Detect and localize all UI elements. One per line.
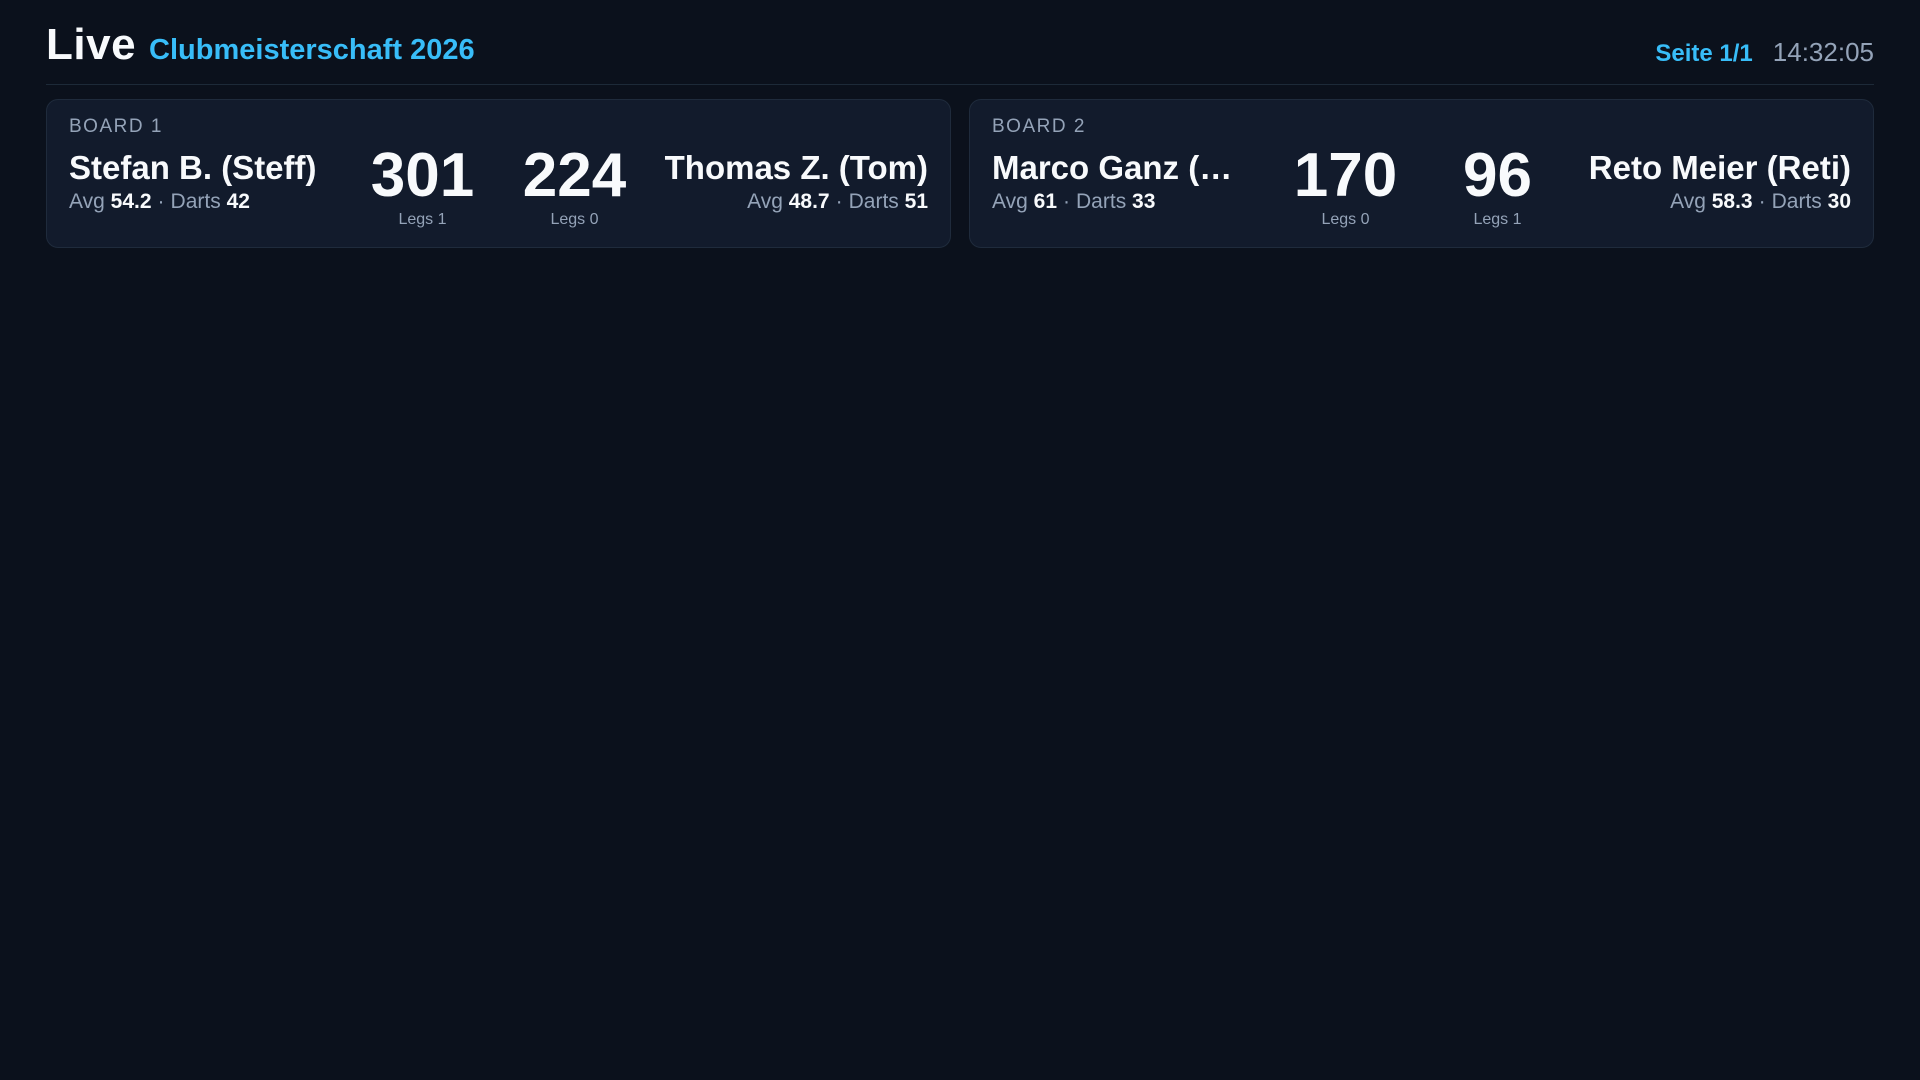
match-row: Stefan B. (Steff) Avg 54.2 · Darts 42 301 … <box>69 142 928 229</box>
player-name: Stefan B. (Steff) <box>69 149 317 186</box>
board-label: BOARD 2 <box>992 116 1086 137</box>
stats-separator: · <box>835 190 843 213</box>
remaining-score: 301 <box>370 141 475 210</box>
player-stats: Avg 54.2 · Darts 42 <box>69 190 347 214</box>
avg-label: Avg <box>747 190 783 213</box>
board-card: BOARD 1 Stefan B. (Steff) Avg 54.2 · Darts… <box>46 99 951 248</box>
player-stats: Avg 61 · Darts 33 <box>992 190 1270 214</box>
player-name: Marco Ganz (… <box>992 149 1233 186</box>
header-titles: Live Clubmeisterschaft 2026 <box>46 20 475 70</box>
legs-count: Legs 1 <box>398 211 447 228</box>
score-right: 224 Legs 0 <box>499 142 651 229</box>
page-title: Live <box>46 20 137 69</box>
stats-separator: · <box>1063 190 1071 213</box>
header-bar: Live Clubmeisterschaft 2026 Seite 1/1 14… <box>46 20 1874 85</box>
remaining-score: 96 <box>1463 141 1532 210</box>
avg-value: 58.3 <box>1711 190 1753 213</box>
player-right: Reto Meier (Reti) Avg 58.3 · Darts 30 <box>1574 148 1851 214</box>
page-indicator: Seite 1/1 <box>1655 40 1753 67</box>
avg-value: 54.2 <box>110 190 152 213</box>
player-left: Marco Ganz (… Avg 61 · Darts 33 <box>992 148 1270 214</box>
player-right: Thomas Z. (Tom) Avg 48.7 · Darts 51 <box>651 148 928 214</box>
score-right: 96 Legs 1 <box>1422 142 1574 229</box>
remaining-score: 224 <box>522 141 627 210</box>
darts-value: 30 <box>1827 190 1851 213</box>
event-title: Clubmeisterschaft 2026 <box>149 34 475 66</box>
match-row: Marco Ganz (… Avg 61 · Darts 33 170 Legs 0… <box>992 142 1851 229</box>
player-stats: Avg 58.3 · Darts 30 <box>1574 190 1851 214</box>
darts-value: 42 <box>226 190 250 213</box>
boards-grid: BOARD 1 Stefan B. (Steff) Avg 54.2 · Darts… <box>46 99 1874 248</box>
darts-value: 51 <box>904 190 928 213</box>
player-name: Thomas Z. (Tom) <box>664 149 928 186</box>
avg-value: 61 <box>1033 190 1058 213</box>
clock: 14:32:05 <box>1772 37 1874 67</box>
darts-label: Darts <box>1076 190 1127 213</box>
stats-separator: · <box>1758 190 1766 213</box>
remaining-score: 170 <box>1293 141 1398 210</box>
header-status: Seite 1/1 14:32:05 <box>1655 37 1874 68</box>
player-name: Reto Meier (Reti) <box>1588 149 1851 186</box>
legs-count: Legs 0 <box>550 211 599 228</box>
avg-label: Avg <box>69 190 105 213</box>
darts-label: Darts <box>848 190 899 213</box>
legs-count: Legs 0 <box>1321 211 1370 228</box>
avg-value: 48.7 <box>788 190 830 213</box>
score-left: 301 Legs 1 <box>347 142 499 229</box>
avg-label: Avg <box>1670 190 1706 213</box>
player-stats: Avg 48.7 · Darts 51 <box>651 190 928 214</box>
stats-separator: · <box>157 190 165 213</box>
score-left: 170 Legs 0 <box>1270 142 1422 229</box>
darts-label: Darts <box>1771 190 1822 213</box>
board-label: BOARD 1 <box>69 116 163 137</box>
darts-value: 33 <box>1132 190 1156 213</box>
board-card: BOARD 2 Marco Ganz (… Avg 61 · Darts 33 17… <box>969 99 1874 248</box>
legs-count: Legs 1 <box>1473 211 1522 228</box>
player-left: Stefan B. (Steff) Avg 54.2 · Darts 42 <box>69 148 347 214</box>
avg-label: Avg <box>992 190 1028 213</box>
darts-label: Darts <box>170 190 221 213</box>
